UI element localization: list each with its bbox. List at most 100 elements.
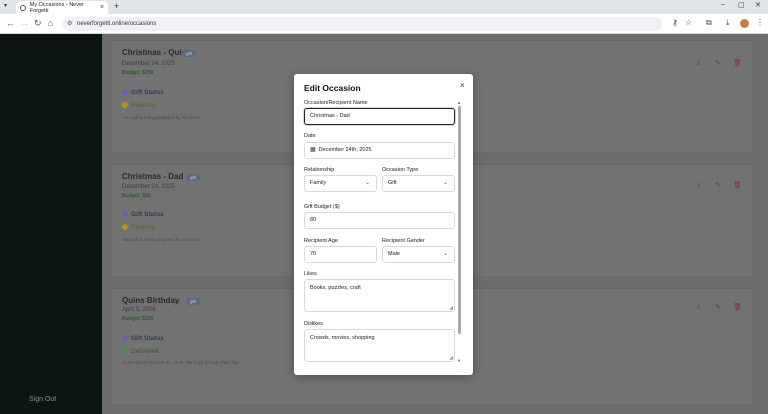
date-value: December 24th, 2025 — [318, 147, 372, 153]
card-budget: Budget: $100 — [122, 316, 154, 322]
sign-out-button[interactable]: Sign Out — [29, 396, 56, 403]
reload-icon[interactable]: ↻ — [34, 18, 42, 29]
forward-icon[interactable]: → — [20, 18, 29, 28]
likes-label: Likes — [304, 271, 317, 277]
scrollbar-thumb[interactable] — [458, 106, 461, 334]
tab-menu-icon[interactable]: ▾ — [4, 2, 7, 9]
trash-icon[interactable]: 🗑 — [733, 59, 742, 67]
close-window-icon[interactable]: ✕ — [755, 1, 761, 9]
maximize-icon[interactable]: ▢ — [738, 1, 745, 9]
status-badge: Delivered — [122, 348, 158, 355]
dislikes-textarea[interactable]: Crowds, movies, shopping ◢ — [304, 329, 455, 362]
status-text: Pending — [131, 102, 155, 109]
profile-avatar[interactable] — [740, 19, 749, 28]
gift-status-heading: Gift Status — [122, 335, 164, 342]
scroll-down-icon[interactable]: ▼ — [457, 358, 461, 363]
card-title: Christmas - Dad — [122, 172, 184, 181]
new-tab-icon[interactable]: + — [114, 1, 119, 11]
url-text: neverforgetti.online/occasions — [77, 21, 157, 27]
check-icon — [122, 348, 128, 355]
status-note: Your gift is being prepared by our team. — [122, 237, 201, 242]
clock-icon — [122, 102, 128, 109]
date-label: Date — [304, 133, 316, 139]
star-icon[interactable]: ☆ — [685, 18, 692, 27]
close-tab-icon[interactable]: × — [100, 4, 104, 11]
dislikes-value: Crowds, movies, shopping — [310, 335, 375, 341]
back-icon[interactable]: ← — [6, 18, 15, 28]
status-note: Your gift is being prepared by our team. — [122, 115, 201, 120]
gender-label: Recipient Gender — [382, 238, 425, 244]
extensions-icon[interactable]: ⧉ — [706, 18, 712, 28]
favicon-icon — [20, 4, 26, 11]
relationship-select[interactable]: Family ⌄ — [304, 175, 377, 192]
gift-status-heading: Gift Status — [122, 211, 164, 218]
download-card-icon[interactable]: ⤓ — [697, 181, 700, 189]
home-icon[interactable]: ⌂ — [48, 18, 53, 28]
resize-handle-icon[interactable]: ◢ — [449, 355, 453, 361]
download-card-icon[interactable]: ⤓ — [697, 303, 700, 311]
gender-value: Male — [388, 251, 400, 257]
name-input[interactable]: Christmas - Dad — [304, 108, 455, 125]
card-date: April 9, 2026 — [122, 307, 156, 313]
scroll-up-icon[interactable]: ▲ — [457, 100, 461, 105]
sidebar: Sign Out — [0, 34, 102, 414]
likes-textarea[interactable]: Books, puzzles, craft ◢ — [304, 279, 455, 312]
chevron-down-icon: ⌄ — [364, 180, 370, 186]
download-icon[interactable]: ⤓ — [726, 18, 730, 28]
card-budget: Budget: $250 — [122, 70, 154, 76]
age-input[interactable]: 70 — [304, 246, 377, 263]
address-toolbar: ← → ↻ ⌂ ⚙ neverforgetti.online/occasions… — [0, 14, 768, 34]
chevron-down-icon: ⌄ — [442, 251, 448, 257]
gift-status-heading: Gift Status — [122, 89, 164, 96]
type-badge: gift — [182, 50, 197, 57]
status-note: Delivered on October 24, 2025. We hope i… — [122, 360, 240, 365]
kebab-menu-icon[interactable]: ⋮ — [756, 18, 764, 27]
date-picker[interactable]: ▦ December 24th, 2025 — [304, 142, 455, 159]
age-label: Recipient Age — [304, 238, 338, 244]
edit-occasion-dialog: Edit Occasion × Occasion/Recipient Name … — [294, 74, 473, 375]
dialog-title: Edit Occasion — [304, 83, 361, 93]
budget-label: Gift Budget ($) — [304, 204, 340, 210]
gift-icon — [122, 335, 128, 342]
dialog-scrollbar[interactable]: ▲ ▼ — [457, 100, 462, 363]
type-badge: gift — [186, 174, 201, 181]
status-text: Pending — [131, 224, 155, 231]
url-bar[interactable]: ⚙ neverforgetti.online/occasions — [62, 17, 662, 31]
chevron-down-icon: ⌄ — [442, 180, 448, 186]
browser-tab-bar: ▾ My Occasions - Never Forgetti × + – ▢ … — [0, 0, 768, 14]
card-title: Quins Birthday — [122, 296, 180, 305]
card-date: December 24, 2025 — [122, 61, 175, 67]
type-badge: gift — [186, 298, 201, 305]
relationship-value: Family — [310, 180, 327, 186]
download-card-icon[interactable]: ⤓ — [697, 59, 700, 67]
edit-icon[interactable]: ✎ — [715, 181, 721, 189]
dislikes-label: Dislikes — [304, 321, 323, 327]
gender-select[interactable]: Male ⌄ — [382, 246, 455, 263]
password-key-icon[interactable]: ⚷ — [672, 18, 678, 27]
budget-input[interactable]: 80 — [304, 212, 455, 229]
resize-handle-icon[interactable]: ◢ — [449, 305, 453, 311]
trash-icon[interactable]: 🗑 — [733, 181, 742, 189]
gift-status-label: Gift Status — [131, 89, 164, 96]
likes-value: Books, puzzles, craft — [310, 285, 361, 291]
edit-icon[interactable]: ✎ — [715, 303, 721, 311]
occasion-type-select[interactable]: Gift ⌄ — [382, 175, 455, 192]
gift-status-label: Gift Status — [131, 211, 164, 218]
close-icon[interactable]: × — [460, 81, 465, 90]
minimize-icon[interactable]: – — [721, 1, 725, 8]
card-budget: Budget: $80 — [122, 193, 151, 199]
calendar-icon: ▦ — [310, 147, 316, 153]
gift-status-label: Gift Status — [131, 335, 164, 342]
clock-icon — [122, 224, 128, 231]
card-date: December 24, 2025 — [122, 184, 175, 190]
browser-tab[interactable]: My Occasions - Never Forgetti × — [16, 1, 108, 14]
gift-icon — [122, 211, 128, 218]
site-settings-icon[interactable]: ⚙ — [67, 17, 72, 31]
gift-icon — [122, 89, 128, 96]
trash-icon[interactable]: 🗑 — [733, 303, 742, 311]
name-label: Occasion/Recipient Name — [304, 100, 368, 106]
card-title: Christmas - Quin — [122, 48, 187, 57]
edit-icon[interactable]: ✎ — [715, 59, 721, 67]
relationship-label: Relationship — [304, 167, 335, 173]
tab-title: My Occasions - Never Forgetti — [29, 1, 84, 14]
